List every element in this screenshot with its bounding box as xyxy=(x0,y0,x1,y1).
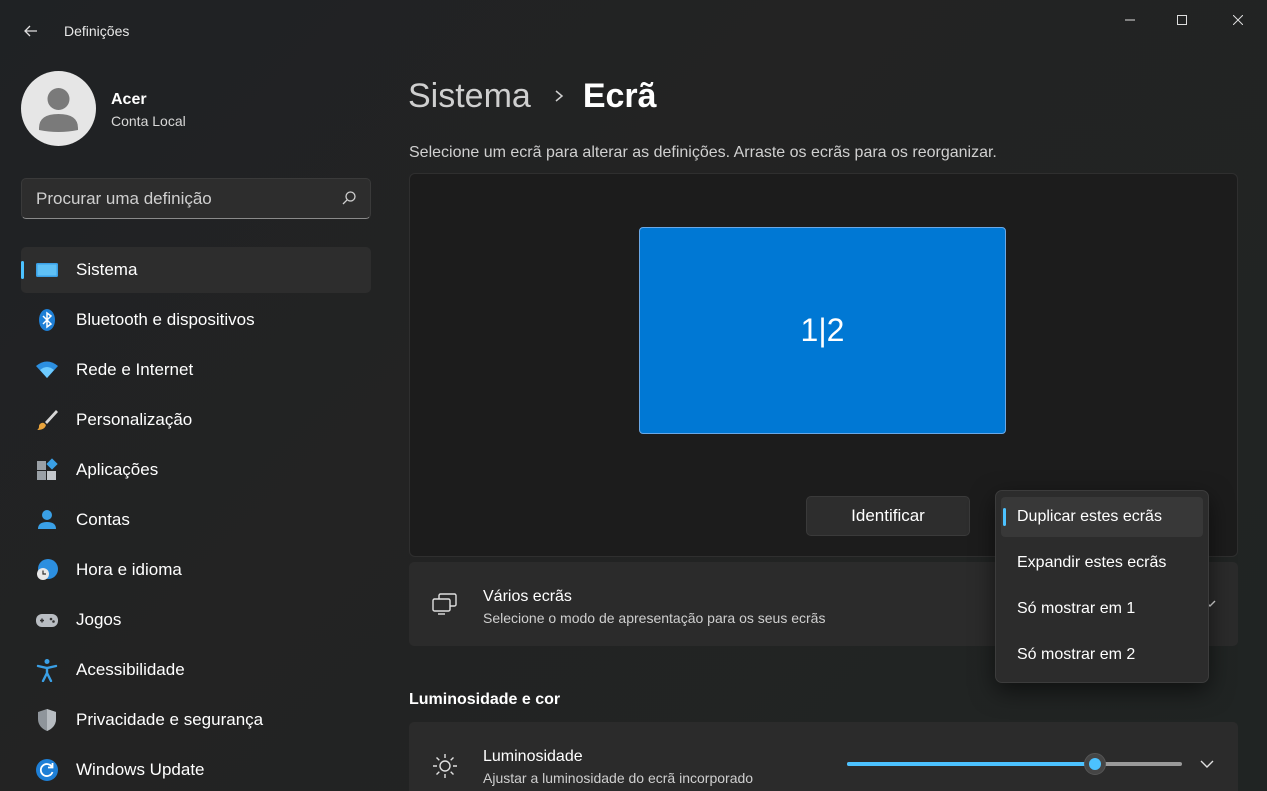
brightness-slider[interactable] xyxy=(847,753,1182,775)
sidebar-item-label: Jogos xyxy=(76,610,122,629)
sidebar-item-time-language[interactable]: Hora e idioma xyxy=(21,547,371,593)
brush-icon xyxy=(35,408,59,432)
sidebar-item-label: Aplicações xyxy=(76,460,159,479)
system-icon xyxy=(35,258,59,282)
card-title: Luminosidade xyxy=(483,748,583,765)
menu-option-only-1[interactable]: Só mostrar em 1 xyxy=(1001,589,1203,629)
sidebar-item-label: Acessibilidade xyxy=(76,660,185,679)
identify-button[interactable]: Identificar xyxy=(806,496,970,536)
sidebar-item-label: Privacidade e segurança xyxy=(76,710,264,729)
sidebar-item-label: Windows Update xyxy=(76,760,205,779)
user-name: Acer xyxy=(111,91,147,108)
search-icon[interactable] xyxy=(341,190,357,206)
selection-indicator xyxy=(1003,508,1006,526)
sidebar-item-label: Hora e idioma xyxy=(76,560,182,579)
monitor-tile[interactable]: 1|2 xyxy=(639,227,1006,434)
settings-window: Definições Acer Conta Local Sistema xyxy=(0,0,1267,791)
projection-mode-menu: Duplicar estes ecrãs Expandir estes ecrã… xyxy=(995,490,1209,683)
search-box xyxy=(21,178,371,219)
sun-icon xyxy=(431,752,459,780)
maximize-button[interactable] xyxy=(1159,0,1205,40)
account-type: Conta Local xyxy=(111,113,186,129)
accessibility-icon xyxy=(35,658,59,682)
wifi-icon xyxy=(35,358,59,382)
globe-clock-icon xyxy=(35,558,59,582)
menu-option-label: Duplicar estes ecrãs xyxy=(1017,508,1162,525)
menu-option-only-2[interactable]: Só mostrar em 2 xyxy=(1001,635,1203,675)
breadcrumb-parent[interactable]: Sistema xyxy=(408,77,531,116)
sidebar-item-label: Contas xyxy=(76,510,130,529)
sidebar-item-accessibility[interactable]: Acessibilidade xyxy=(21,647,371,693)
sidebar-item-personalization[interactable]: Personalização xyxy=(21,397,371,443)
menu-option-label: Expandir estes ecrãs xyxy=(1017,554,1167,571)
breadcrumb: Sistema Ecrã xyxy=(408,74,657,118)
card-subtitle: Selecione o modo de apresentação para os… xyxy=(483,610,826,626)
user-avatar-icon xyxy=(39,88,78,132)
close-button[interactable] xyxy=(1215,0,1261,40)
apps-icon xyxy=(35,458,59,482)
back-arrow-icon xyxy=(24,25,37,37)
sidebar-item-gaming[interactable]: Jogos xyxy=(21,597,371,643)
display-description: Selecione um ecrã para alterar as defini… xyxy=(409,144,997,161)
update-icon xyxy=(35,758,59,782)
minimize-button[interactable] xyxy=(1107,0,1153,40)
sidebar-item-bluetooth[interactable]: Bluetooth e dispositivos xyxy=(21,297,371,343)
gamepad-icon xyxy=(35,608,59,632)
menu-option-label: Só mostrar em 1 xyxy=(1017,600,1136,617)
sidebar-item-label: Rede e Internet xyxy=(76,360,194,379)
sidebar-item-label: Personalização xyxy=(76,410,193,429)
multiple-monitors-icon xyxy=(431,590,459,618)
title-bar: Definições xyxy=(0,0,1267,62)
sidebar-item-accounts[interactable]: Contas xyxy=(21,497,371,543)
menu-option-extend[interactable]: Expandir estes ecrãs xyxy=(1001,543,1203,583)
slider-thumb[interactable] xyxy=(1083,753,1106,775)
chevron-down-icon[interactable] xyxy=(1199,756,1215,772)
app-title: Definições xyxy=(64,23,130,39)
maximize-icon xyxy=(1177,15,1187,25)
menu-option-duplicate[interactable]: Duplicar estes ecrãs xyxy=(1001,497,1203,537)
back-button[interactable] xyxy=(14,14,48,48)
sidebar-item-label: Bluetooth e dispositivos xyxy=(76,310,255,329)
section-heading: Luminosidade e cor xyxy=(409,691,561,708)
sidebar-item-privacy[interactable]: Privacidade e segurança xyxy=(21,697,371,743)
sidebar-item-apps[interactable]: Aplicações xyxy=(21,447,371,493)
close-icon xyxy=(1233,15,1243,25)
page-title: Ecrã xyxy=(582,76,657,115)
card-title: Vários ecrãs xyxy=(483,588,572,605)
avatar[interactable] xyxy=(21,71,96,146)
chevron-right-icon xyxy=(553,89,565,103)
sidebar-item-sistema[interactable]: Sistema xyxy=(21,247,371,293)
search-input[interactable] xyxy=(22,179,332,218)
sidebar-item-network[interactable]: Rede e Internet xyxy=(21,347,371,393)
selection-indicator xyxy=(21,261,24,279)
sidebar-nav: Sistema Bluetooth e dispositivos Rede e … xyxy=(21,247,371,791)
brightness-card: Luminosidade Ajustar a luminosidade do e… xyxy=(409,722,1238,791)
shield-icon xyxy=(35,708,59,732)
person-icon xyxy=(35,508,59,532)
sidebar-item-windows-update[interactable]: Windows Update xyxy=(21,747,371,791)
slider-fill xyxy=(847,762,1095,766)
minimize-icon xyxy=(1125,19,1135,21)
bluetooth-icon xyxy=(35,308,59,332)
monitor-label: 1|2 xyxy=(800,312,845,348)
card-subtitle: Ajustar a luminosidade do ecrã incorpora… xyxy=(483,770,754,786)
sidebar-item-label: Sistema xyxy=(76,260,138,279)
menu-option-label: Só mostrar em 2 xyxy=(1017,646,1136,663)
